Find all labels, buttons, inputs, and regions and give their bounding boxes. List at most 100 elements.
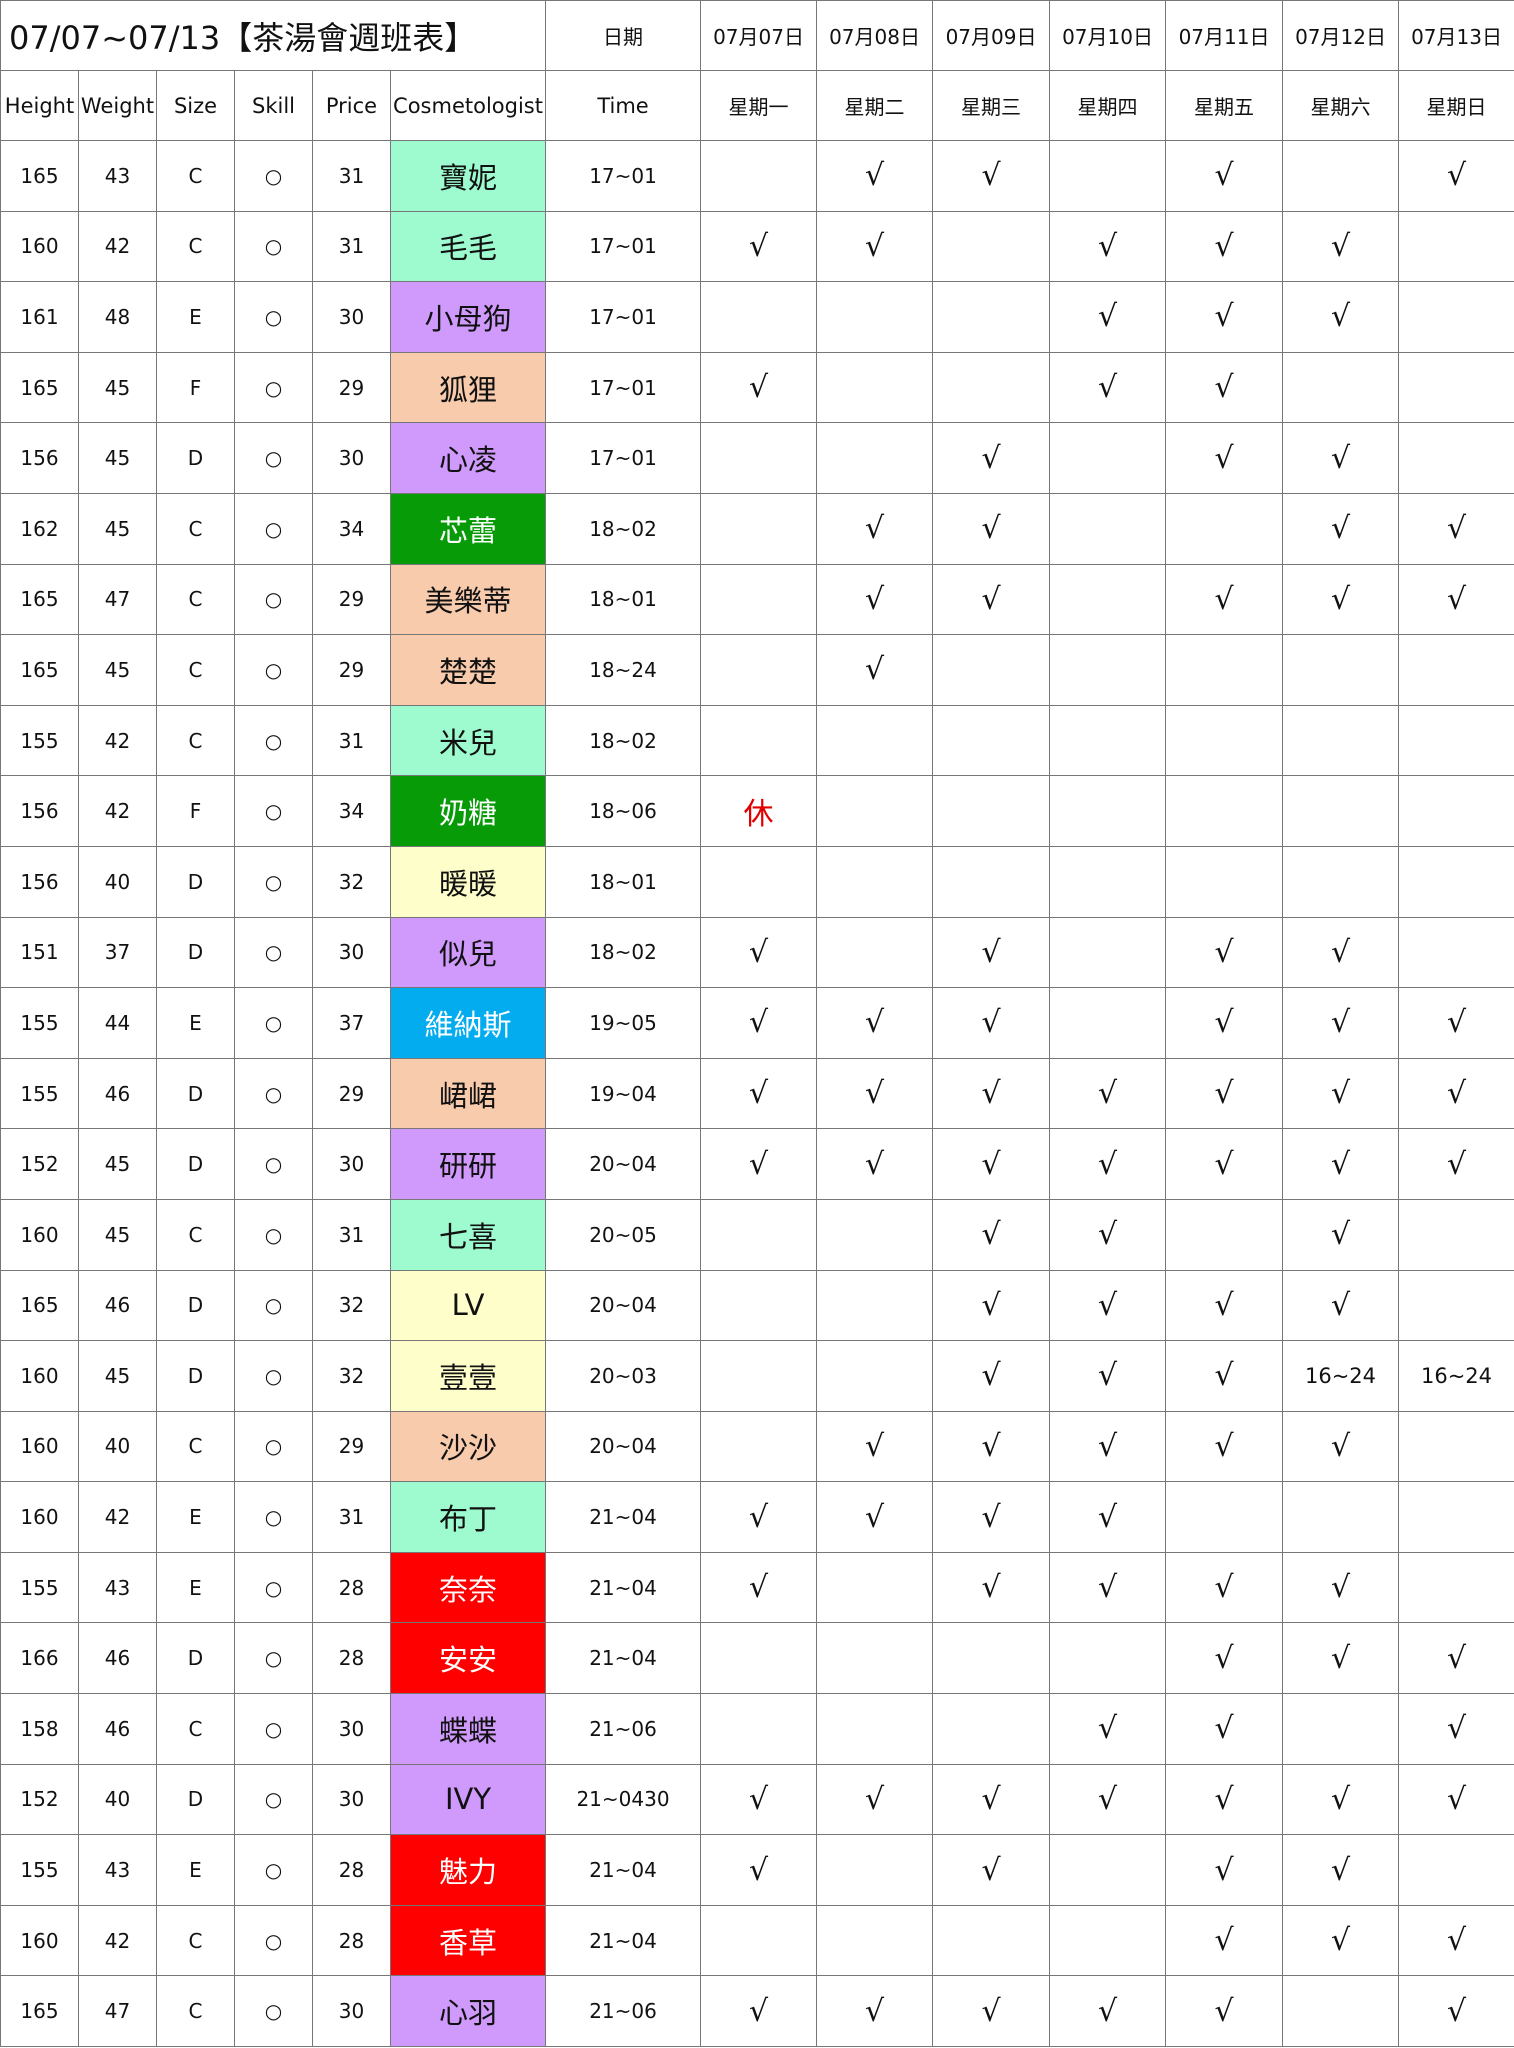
shift-check: √ (1282, 281, 1400, 353)
cell-height: 162 (0, 492, 79, 565)
cell-time: 18~01 (545, 845, 702, 918)
cell-weight: 42 (78, 1904, 157, 1977)
shift-check: √ (1165, 140, 1284, 212)
empty-day-cell (700, 140, 818, 212)
cosmetologist-name: 奶糖 (389, 775, 547, 847)
cell-price: 28 (312, 1622, 391, 1695)
cell-size: E (156, 987, 235, 1059)
cell-time: 21~04 (545, 1622, 702, 1695)
cell-price: 31 (312, 1198, 391, 1271)
column-header-time: Time (545, 70, 702, 141)
shift-check: √ (816, 1481, 934, 1553)
shift-check: √ (816, 1057, 934, 1130)
shift-check: √ (1282, 492, 1400, 565)
cosmetologist-name: 毛毛 (389, 210, 547, 283)
shift-check: √ (700, 351, 818, 424)
cell-weight: 42 (78, 1481, 157, 1553)
cell-weight: 45 (78, 634, 157, 706)
cell-price: 29 (312, 1410, 391, 1483)
cell-size: D (156, 1340, 235, 1412)
shift-check: √ (1165, 1622, 1284, 1695)
cell-time: 21~06 (545, 1975, 702, 2048)
date-header: 07月09日 (932, 0, 1051, 71)
shift-check: √ (1398, 1057, 1514, 1130)
cell-time: 18~24 (545, 634, 702, 706)
weekday-header: 星期一 (700, 70, 818, 141)
empty-day-cell (1282, 704, 1400, 777)
cell-weight: 46 (78, 1622, 157, 1695)
shift-check: √ (1282, 1763, 1400, 1836)
empty-day-cell (1049, 492, 1167, 565)
table-row: 160 42 C ○ 31 毛毛 17~01 √ √ √ √ √ (0, 210, 1514, 283)
cell-weight: 44 (78, 987, 157, 1059)
table-row: 155 43 E ○ 28 魅力 21~04 √ √ √ √ (0, 1834, 1514, 1906)
cell-price: 37 (312, 987, 391, 1059)
empty-day-cell (816, 351, 934, 424)
shift-check: √ (816, 210, 934, 283)
cell-time: 20~04 (545, 1128, 702, 1200)
cell-weight: 37 (78, 916, 157, 989)
header-row: Height Weight Size Skill Price Cosmetolo… (0, 70, 1514, 141)
shift-check: √ (932, 1410, 1051, 1483)
cell-time: 21~06 (545, 1693, 702, 1765)
shift-check: √ (700, 210, 818, 283)
cosmetologist-name: 狐狸 (389, 351, 547, 424)
cell-height: 165 (0, 1975, 79, 2048)
shift-check: √ (1049, 1198, 1167, 1271)
empty-day-cell (700, 1904, 818, 1977)
cell-height: 165 (0, 351, 79, 424)
shift-hours: 16~24 (1282, 1340, 1400, 1412)
table-row: 152 40 D ○ 30 IVY 21~0430 √ √ √ √ √ √ √ (0, 1763, 1514, 1836)
cell-size: C (156, 1410, 235, 1483)
empty-day-cell (816, 1904, 934, 1977)
empty-day-cell (700, 634, 818, 706)
table-row: 156 40 D ○ 32 暖暖 18~01 (0, 845, 1514, 918)
day-off-mark: 休 (700, 775, 818, 847)
cell-weight: 47 (78, 1975, 157, 2048)
cell-weight: 42 (78, 704, 157, 777)
empty-day-cell (700, 845, 818, 918)
cosmetologist-name: 小母狗 (389, 281, 547, 353)
shift-check: √ (1165, 563, 1284, 636)
empty-day-cell (700, 1693, 818, 1765)
weekday-header: 星期二 (816, 70, 934, 141)
cosmetologist-name: 峮峮 (389, 1057, 547, 1130)
title-row: 07/07~07/13【茶湯會週班表】 日期 07月07日 07月08日 07月… (0, 0, 1514, 71)
cell-skill: ○ (234, 1975, 313, 2048)
empty-day-cell (932, 351, 1051, 424)
cell-time: 19~04 (545, 1057, 702, 1130)
weekday-header: 星期三 (932, 70, 1051, 141)
shift-check: √ (1282, 1198, 1400, 1271)
shift-check: √ (1165, 1763, 1284, 1836)
shift-check: √ (1049, 1975, 1167, 2048)
cell-skill: ○ (234, 775, 313, 847)
cell-height: 152 (0, 1128, 79, 1200)
empty-day-cell (932, 281, 1051, 353)
empty-day-cell (1282, 775, 1400, 847)
shift-check: √ (1165, 1904, 1284, 1977)
empty-day-cell (816, 704, 934, 777)
table-row: 166 46 D ○ 28 安安 21~04 √ √ √ (0, 1622, 1514, 1695)
shift-check: √ (932, 1128, 1051, 1200)
cell-size: F (156, 351, 235, 424)
empty-day-cell (816, 1693, 934, 1765)
cell-size: C (156, 634, 235, 706)
cosmetologist-name: IVY (389, 1763, 547, 1836)
weekday-header: 星期六 (1282, 70, 1400, 141)
cell-weight: 43 (78, 1834, 157, 1906)
empty-day-cell (816, 845, 934, 918)
shift-check: √ (1165, 281, 1284, 353)
shift-check: √ (1049, 1551, 1167, 1624)
shift-check: √ (1398, 1128, 1514, 1200)
cell-time: 17~01 (545, 140, 702, 212)
table-row: 165 47 C ○ 29 美樂蒂 18~01 √ √ √ √ √ (0, 563, 1514, 636)
cell-price: 29 (312, 634, 391, 706)
shift-check: √ (700, 987, 818, 1059)
table-row: 160 40 C ○ 29 沙沙 20~04 √ √ √ √ √ (0, 1410, 1514, 1483)
cell-size: C (156, 563, 235, 636)
shift-check: √ (932, 1057, 1051, 1130)
cell-price: 30 (312, 422, 391, 494)
empty-day-cell (1282, 1481, 1400, 1553)
empty-day-cell (1049, 775, 1167, 847)
empty-day-cell (1165, 492, 1284, 565)
